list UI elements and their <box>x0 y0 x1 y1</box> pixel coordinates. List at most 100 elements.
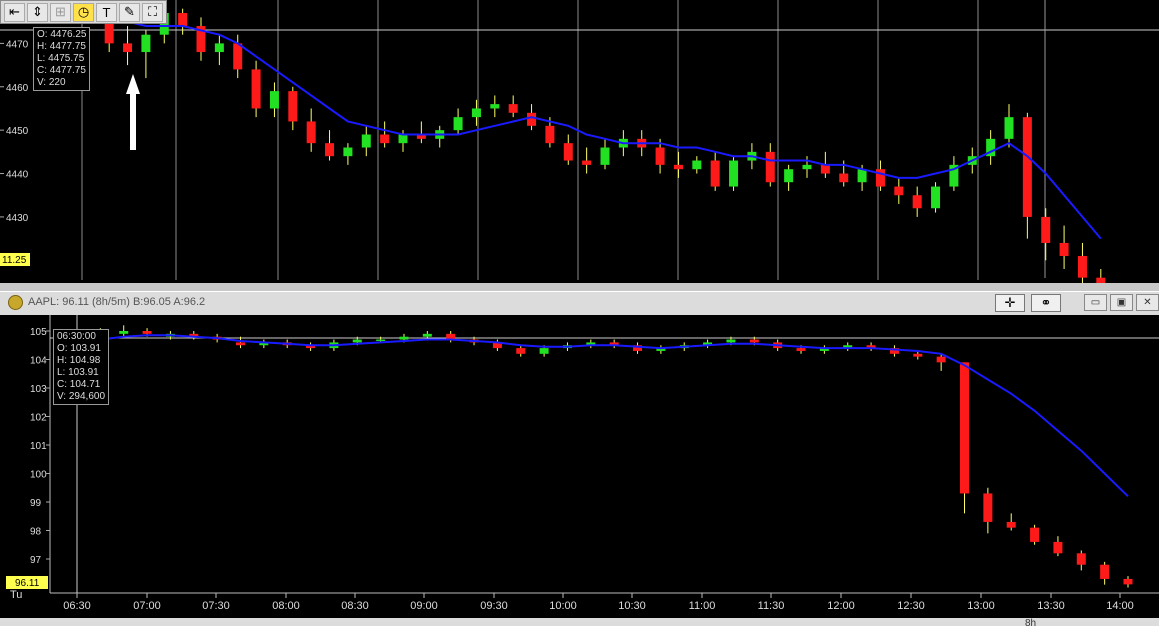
x-tick-label-8: 10:30 <box>618 600 646 612</box>
y-tick-label-8: 97 <box>30 555 42 566</box>
window-app-icon <box>8 295 23 310</box>
candle-body-24 <box>545 125 555 144</box>
candle-body-20 <box>471 108 481 118</box>
candle-body-38 <box>802 164 812 170</box>
candle-body-44 <box>912 195 922 209</box>
candle-body-13 <box>376 339 386 342</box>
candle-body-3 <box>142 331 152 334</box>
candle-body-40 <box>1006 521 1016 528</box>
candle-body-2 <box>119 331 129 334</box>
candle-body-15 <box>380 134 390 144</box>
moving-average-line <box>76 334 1129 498</box>
aapl-candlestick-chart[interactable]: 105 104 103 102 101 100 99 98 97 06:30 07:00 07:30 0… <box>0 315 1159 626</box>
ohlc-open: O: 4476.25 <box>37 29 87 40</box>
candle-body-2 <box>141 34 151 53</box>
clock-icon[interactable]: ◷ <box>73 2 94 22</box>
candle-body-19 <box>453 117 463 131</box>
chart-toolbar: ⇤ ⇕ ⊞ ◷ T ✎ ⛶ <box>0 0 167 24</box>
candle-body-52 <box>1059 242 1069 256</box>
x-tick-label-1: 07:00 <box>133 600 161 612</box>
x-tick-label-10: 11:30 <box>758 600 785 612</box>
x-tick-label-14: 13:30 <box>1037 600 1065 612</box>
candle-body-9 <box>269 91 279 109</box>
crosshair-tool-icon[interactable]: ✛ <box>995 294 1025 312</box>
minimize-icon[interactable]: ▭ <box>1084 294 1107 311</box>
footer-label: 8h <box>1025 618 1036 626</box>
y-tick-label-3: 102 <box>30 413 47 424</box>
y-tick-label-6: 99 <box>30 498 42 509</box>
x-tick-label-0: 06:30 <box>63 600 91 612</box>
x-tick-label-6: 09:30 <box>480 600 508 612</box>
candle-body-11 <box>306 121 316 144</box>
up-arrow-icon <box>126 74 140 150</box>
crosshair-icon[interactable]: ⊞ <box>50 2 71 22</box>
x-tick-label-4: 08:30 <box>341 600 369 612</box>
top-price-tag-label: 11.25 <box>2 255 27 266</box>
y-tick-label-7: 98 <box>30 527 42 538</box>
x-tick-label-12: 12:30 <box>897 600 925 612</box>
candle-body-15 <box>422 333 432 337</box>
candle-body-23 <box>527 112 537 126</box>
candle-body-27 <box>600 147 610 165</box>
candle-body-1 <box>123 43 133 53</box>
candle-body-4 <box>178 13 188 27</box>
x-tick-label-7: 10:00 <box>549 600 577 612</box>
zoom-icon[interactable]: ⇕ <box>27 2 48 22</box>
y-tick-label-1: 4460 <box>6 83 29 94</box>
ohlc-high: H: 4477.75 <box>37 41 86 52</box>
candle-body-16 <box>398 134 408 144</box>
candle-body-10 <box>288 91 298 122</box>
ohlc-close: C: 104.71 <box>57 379 101 390</box>
y-tick-label-0: 4470 <box>6 39 29 50</box>
candle-body-42 <box>1053 541 1063 554</box>
candle-body-44 <box>1100 564 1110 579</box>
text-icon[interactable]: T <box>96 2 117 22</box>
y-tick-label-0: 105 <box>30 327 47 338</box>
x-tick-label-5: 09:00 <box>410 600 438 612</box>
candle-body-38 <box>960 362 970 494</box>
close-icon[interactable]: ✕ <box>1136 294 1159 311</box>
moving-average-line <box>109 20 1102 240</box>
candle-body-30 <box>655 147 665 165</box>
top-chart-pane[interactable]: 44704460445044404430442011.25 ⇤ ⇕ ⊞ ◷ T … <box>0 0 1159 285</box>
bottom-chart-pane[interactable]: 105 104 103 102 101 100 99 98 97 06:30 07:00 07:30 0… <box>0 315 1159 626</box>
es-candlestick-chart[interactable]: 44704460445044404430442011.25 <box>0 0 1159 285</box>
aapl-window-titlebar[interactable]: AAPL: 96.11 (8h/5m) B:96.05 A:96.2 ✛ ⚭ ▭… <box>0 291 1159 316</box>
ohlc-time: 06:30:00 <box>57 331 96 342</box>
candle-body-31 <box>673 164 683 170</box>
candle-body-50 <box>1022 117 1032 217</box>
window-title: AAPL: 96.11 (8h/5m) B:96.05 A:96.2 <box>28 296 206 308</box>
y-tick-label-2: 103 <box>30 384 47 395</box>
ohlc-volume: V: 220 <box>37 77 66 88</box>
candle-body-40 <box>839 173 849 183</box>
candle-body-41 <box>857 169 867 183</box>
day-label: Tu <box>10 589 22 601</box>
cursor-icon[interactable]: ⇤ <box>4 2 25 22</box>
x-tick-label-13: 13:00 <box>967 600 995 612</box>
candle-body-7 <box>235 342 245 346</box>
ohlc-low: L: 4475.75 <box>37 53 85 64</box>
restore-icon[interactable]: ▣ <box>1110 294 1133 311</box>
candle-body-36 <box>765 151 775 183</box>
bottom-ohlc-tooltip: 06:30:00 O: 103.91 H: 104.98 L: 103.91 C… <box>53 329 110 405</box>
candle-body-41 <box>1030 527 1040 542</box>
candle-body-29 <box>749 339 759 343</box>
candle-body-19 <box>516 348 526 354</box>
ohlc-low: L: 103.91 <box>57 367 99 378</box>
x-tick-label-9: 11:00 <box>689 600 716 612</box>
draw-icon[interactable]: ✎ <box>119 2 140 22</box>
candle-body-37 <box>936 356 946 363</box>
candle-body-31 <box>796 348 806 351</box>
candle-body-14 <box>399 336 409 340</box>
window-controls: ▭ ▣ ✕ <box>1084 294 1159 311</box>
fullscreen-icon[interactable]: ⛶ <box>142 2 163 22</box>
candle-body-7 <box>233 43 243 70</box>
bottom-price-tag-label: 96.11 <box>15 578 40 589</box>
link-tool-icon[interactable]: ⚭ <box>1031 294 1061 312</box>
candle-body-43 <box>894 186 904 196</box>
x-tick-label-11: 12:00 <box>827 600 855 612</box>
candle-body-26 <box>582 160 592 165</box>
candle-body-45 <box>1123 578 1133 585</box>
y-tick-label-2: 4450 <box>6 126 29 137</box>
candle-body-14 <box>361 134 371 148</box>
